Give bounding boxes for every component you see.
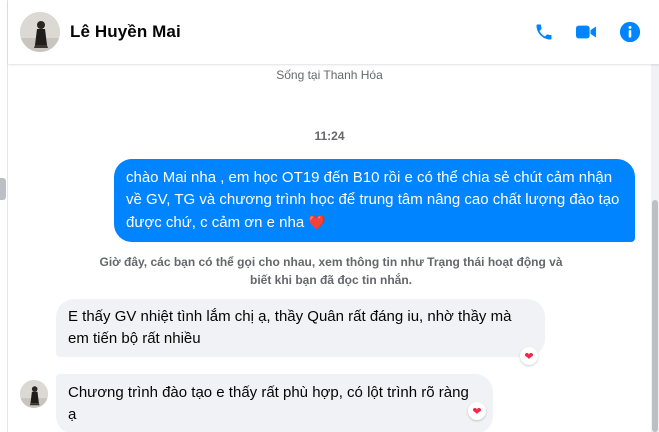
video-call-button[interactable] — [574, 20, 598, 44]
contact-name[interactable]: Lê Huyền Mai — [70, 22, 181, 42]
incoming-message-text: E thấy GV nhiệt tình lắm chị ạ, thầy Quâ… — [68, 308, 512, 347]
privacy-notice: Giờ đây, các bạn có thể gọi cho nhau, xe… — [99, 255, 563, 287]
thread-scrollbar[interactable] — [651, 64, 659, 432]
conversation-header: Lê Huyền Mai — [8, 0, 659, 64]
profile-photo-icon — [20, 380, 48, 408]
sender-avatar[interactable] — [20, 380, 48, 408]
outgoing-message-text: chào Mai nha , em học OT19 đến B10 rồi e… — [126, 169, 620, 231]
message-thread[interactable]: Sống tại Thanh Hóa 11:24 chào Mai nha , … — [8, 64, 651, 432]
incoming-message-text: Chương trình đào tạo e thấy rất phù hợp,… — [68, 384, 469, 423]
heart-reaction-icon[interactable]: ❤ — [468, 402, 486, 420]
info-icon — [619, 21, 641, 43]
left-panel-edge — [0, 0, 8, 432]
contact-avatar[interactable] — [20, 12, 60, 52]
left-panel-scroll-nub[interactable] — [0, 178, 6, 200]
scrollbar-thumb[interactable] — [652, 200, 658, 432]
conversation-info-button[interactable] — [618, 20, 642, 44]
incoming-message[interactable]: Chương trình đào tạo e thấy rất phù hợp,… — [56, 374, 493, 432]
video-camera-icon — [576, 25, 596, 39]
contact-location: Sống tại Thanh Hóa — [276, 68, 383, 82]
phone-icon — [536, 24, 552, 40]
incoming-message[interactable]: E thấy GV nhiệt tình lắm chị ạ, thầy Quâ… — [56, 299, 545, 357]
call-button[interactable] — [532, 20, 556, 44]
message-timestamp: 11:24 — [314, 129, 345, 143]
heart-reaction-icon[interactable]: ❤ — [520, 347, 538, 365]
heart-emoji-icon: ❤️ — [308, 214, 326, 230]
outgoing-message[interactable]: chào Mai nha , em học OT19 đến B10 rồi e… — [114, 159, 635, 242]
profile-photo-icon — [20, 12, 60, 52]
